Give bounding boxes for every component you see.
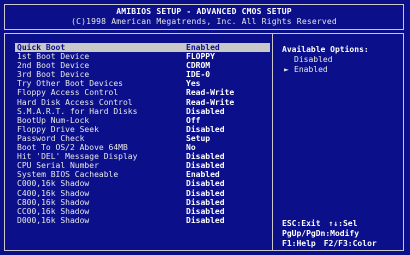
- setting-value[interactable]: Enabled: [186, 43, 220, 52]
- setting-value[interactable]: Disabled: [186, 207, 225, 216]
- setting-row[interactable]: Hit 'DEL' Message Display Disabled: [15, 152, 270, 161]
- setting-label: Password Check: [17, 133, 85, 143]
- modify-hint: PgUp/PgDn:Modify: [282, 229, 360, 238]
- setting-label: C800,16k Shadow: [17, 197, 90, 207]
- setting-label: Hard Disk Access Control: [17, 97, 133, 107]
- option-enabled[interactable]: ► Enabled: [282, 65, 400, 75]
- setting-value[interactable]: Read-Write: [186, 88, 234, 97]
- setting-label: C400,16k Shadow: [17, 188, 90, 198]
- help-hint: F1:Help: [282, 239, 316, 248]
- current-option-arrow-icon: ►: [284, 65, 289, 74]
- setting-value[interactable]: Disabled: [186, 189, 225, 198]
- setting-row[interactable]: D000,16k Shadow Disabled: [15, 216, 270, 225]
- setting-label: 2nd Boot Device: [17, 61, 90, 71]
- setting-row[interactable]: C000,16k Shadow Disabled: [15, 179, 270, 188]
- setting-row[interactable]: Hard Disk Access Control Read-Write: [15, 98, 270, 107]
- setting-label: Floppy Drive Seek: [17, 124, 99, 134]
- copyright-text: (C)1998 American Megatrends, Inc. All Ri…: [71, 17, 337, 26]
- setting-label: Try Other Boot Devices: [17, 79, 123, 89]
- header-box: AMIBIOS SETUP - ADVANCED CMOS SETUP (C)1…: [4, 4, 404, 30]
- key-help: ESC:Exit ↑↓:Sel PgUp/PgDn:Modify F1:Help F…: [282, 219, 400, 249]
- setting-value[interactable]: Disabled: [186, 125, 225, 134]
- setting-value[interactable]: Disabled: [186, 107, 225, 116]
- setting-value[interactable]: FLOPPY: [186, 52, 215, 61]
- setting-label: Floppy Access Control: [17, 88, 119, 98]
- setting-value[interactable]: Disabled: [186, 179, 225, 188]
- setting-row[interactable]: Password Check Setup: [15, 134, 270, 143]
- setting-row[interactable]: C400,16k Shadow Disabled: [15, 189, 270, 198]
- setting-row[interactable]: Quick Boot Enabled: [15, 43, 270, 53]
- setting-label: D000,16k Shadow: [17, 215, 90, 225]
- setting-label: CC00,16k Shadow: [17, 206, 90, 216]
- bios-screen: AMIBIOS SETUP - ADVANCED CMOS SETUP (C)1…: [0, 0, 410, 255]
- setting-row[interactable]: Floppy Drive Seek Disabled: [15, 125, 270, 134]
- setting-value[interactable]: No: [186, 143, 196, 152]
- available-options-title: Available Options:: [282, 45, 369, 54]
- setting-value[interactable]: Disabled: [186, 152, 225, 161]
- setting-label: Quick Boot: [17, 43, 66, 52]
- setting-label: 3rd Boot Device: [17, 70, 90, 80]
- option-disabled[interactable]: Disabled: [282, 55, 400, 65]
- setting-label: CPU Serial Number: [17, 161, 99, 171]
- setting-row[interactable]: 1st Boot Device FLOPPY: [15, 52, 270, 61]
- setting-value[interactable]: IDE-0: [186, 70, 210, 79]
- setting-row[interactable]: BootUp Num-Lock Off: [15, 116, 270, 125]
- setting-value[interactable]: CDROM: [186, 61, 210, 70]
- setting-value[interactable]: Disabled: [186, 161, 225, 170]
- setting-row[interactable]: Boot To OS/2 Above 64MB No: [15, 143, 270, 152]
- setting-row[interactable]: S.M.A.R.T. for Hard Disks Disabled: [15, 107, 270, 116]
- setting-label: Boot To OS/2 Above 64MB: [17, 143, 128, 153]
- setting-label: S.M.A.R.T. for Hard Disks: [17, 106, 138, 116]
- color-hint: F2/F3:Color: [323, 239, 377, 248]
- setting-value[interactable]: Read-Write: [186, 98, 234, 107]
- setting-value[interactable]: Off: [186, 116, 200, 125]
- setting-label: 1st Boot Device: [17, 52, 90, 62]
- setting-row[interactable]: Floppy Access Control Read-Write: [15, 88, 270, 97]
- setting-label: BootUp Num-Lock: [17, 115, 90, 125]
- esc-exit-hint: ESC:Exit: [282, 219, 321, 228]
- help-panel: Available Options: Disabled ► Enabled: [282, 45, 400, 75]
- setting-row[interactable]: CPU Serial Number Disabled: [15, 161, 270, 170]
- setting-value[interactable]: Disabled: [186, 216, 225, 225]
- setting-row[interactable]: 3rd Boot Device IDE-0: [15, 70, 270, 79]
- settings-list: Quick Boot Enabled 1st Boot Device FLOPPY 2n…: [15, 43, 270, 225]
- setting-value[interactable]: Setup: [186, 134, 210, 143]
- option-enabled-label: Enabled: [294, 65, 328, 74]
- setup-title: AMIBIOS SETUP - ADVANCED CMOS SETUP: [116, 7, 292, 16]
- setting-row[interactable]: System BIOS Cacheable Enabled: [15, 170, 270, 179]
- setting-label: Hit 'DEL' Message Display: [17, 152, 138, 162]
- setting-value[interactable]: Disabled: [186, 198, 225, 207]
- setting-row[interactable]: 2nd Boot Device CDROM: [15, 61, 270, 70]
- select-hint: ↑↓:Sel: [328, 219, 358, 228]
- setting-row[interactable]: C800,16k Shadow Disabled: [15, 198, 270, 207]
- setting-row[interactable]: CC00,16k Shadow Disabled: [15, 207, 270, 216]
- panel-divider: [272, 33, 273, 251]
- setting-label: System BIOS Cacheable: [17, 170, 119, 180]
- setting-label: C000,16k Shadow: [17, 179, 90, 189]
